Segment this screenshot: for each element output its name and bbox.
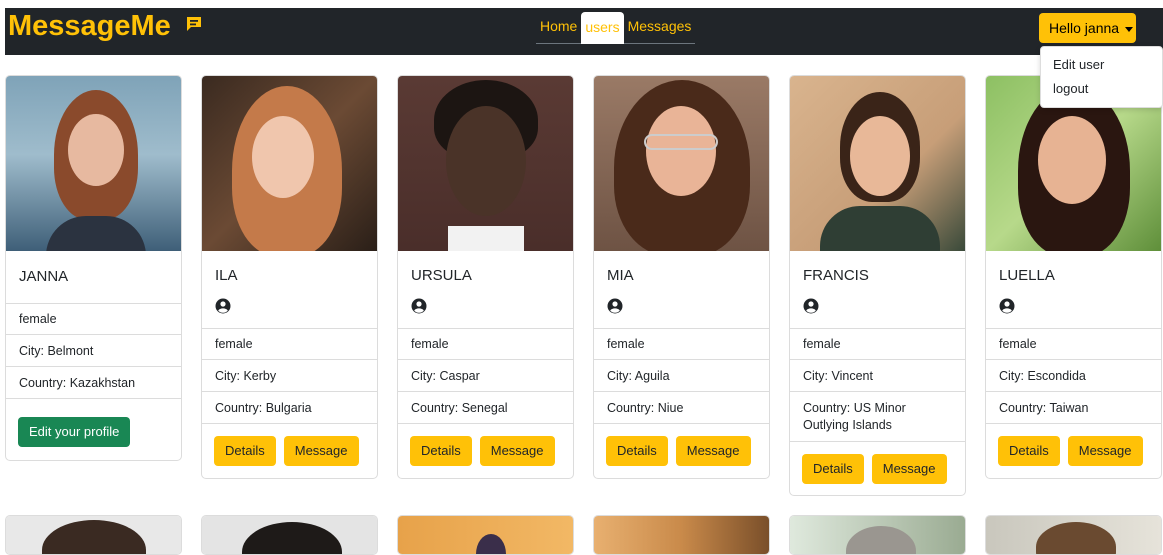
user-gender: female [398, 328, 573, 359]
user-card [789, 515, 966, 555]
user-gender: female [6, 303, 181, 334]
edit-profile-area: Edit your profile [6, 398, 181, 460]
user-circle-icon [999, 298, 1015, 314]
current-user-card: JANNA female City: Belmont Country: Kaza… [5, 75, 182, 461]
user-circle-icon [411, 298, 427, 314]
user-country: Country: Bulgaria [202, 391, 377, 423]
user-city: City: Kerby [202, 359, 377, 391]
message-button[interactable]: Message [283, 436, 359, 466]
user-circle-icon [607, 298, 623, 314]
user-country: Country: Niue [594, 391, 769, 423]
user-photo [790, 516, 965, 554]
card-actions: Details Message [594, 423, 769, 478]
message-button[interactable]: Message [479, 436, 555, 466]
user-dropdown-menu: Edit user logout [1040, 46, 1163, 108]
user-photo [202, 516, 377, 554]
brand-title[interactable]: MessageMe [8, 10, 171, 42]
user-name: ILA [215, 267, 238, 284]
user-photo [594, 516, 769, 554]
user-city: City: Vincent [790, 359, 965, 391]
user-country: Country: Taiwan [986, 391, 1161, 423]
user-name: LUELLA [999, 267, 1055, 284]
user-name: URSULA [411, 267, 472, 284]
brand[interactable]: MessageMe [8, 10, 203, 43]
user-circle-icon [215, 298, 231, 314]
user-card: ILA female City: Kerby Country: Bulgaria… [201, 75, 378, 479]
user-name: FRANCIS [803, 267, 869, 284]
user-city: City: Belmont [6, 334, 181, 366]
user-photo [6, 516, 181, 554]
user-menu-label: Hello janna [1049, 20, 1120, 36]
details-button[interactable]: Details [410, 436, 472, 466]
user-gender: female [790, 328, 965, 359]
card-actions: Details Message [986, 423, 1161, 478]
user-city: City: Aguila [594, 359, 769, 391]
message-button[interactable]: Message [871, 454, 947, 484]
user-photo [986, 516, 1161, 554]
message-button[interactable]: Message [1067, 436, 1143, 466]
nav-links: Home users Messages [536, 12, 696, 44]
card-actions: Details Message [398, 423, 573, 478]
user-photo [594, 76, 769, 251]
user-card: URSULA female City: Caspar Country: Sene… [397, 75, 574, 479]
menu-item-edit-user[interactable]: Edit user [1041, 53, 1162, 77]
user-country: Country: Kazakhstan [6, 366, 181, 398]
user-card: MIA female City: Aguila Country: Niue De… [593, 75, 770, 479]
user-menu-button[interactable]: Hello janna [1039, 13, 1136, 43]
nav-messages[interactable]: Messages [624, 12, 696, 40]
details-button[interactable]: Details [606, 436, 668, 466]
caret-down-icon [1125, 26, 1134, 32]
user-city: City: Escondida [986, 359, 1161, 391]
edit-profile-button[interactable]: Edit your profile [18, 417, 131, 447]
user-card [593, 515, 770, 555]
user-card: FRANCIS female City: Vincent Country: US… [789, 75, 966, 496]
card-actions: Details Message [790, 441, 965, 495]
nav-users[interactable]: users [581, 12, 624, 44]
message-button[interactable]: Message [675, 436, 751, 466]
user-photo [202, 76, 377, 251]
user-card [201, 515, 378, 555]
user-card [397, 515, 574, 555]
user-photo [6, 76, 181, 251]
details-button[interactable]: Details [214, 436, 276, 466]
nav-home[interactable]: Home [536, 12, 581, 40]
chat-icon [186, 17, 201, 32]
user-country: Country: US Minor Outlying Islands [790, 391, 965, 441]
user-name: MIA [607, 267, 634, 284]
user-photo [398, 76, 573, 251]
user-card [985, 515, 1162, 555]
details-button[interactable]: Details [802, 454, 864, 484]
user-card: LUELLA female City: Escondida Country: T… [985, 75, 1162, 479]
user-circle-icon [803, 298, 819, 314]
details-button[interactable]: Details [998, 436, 1060, 466]
user-country: Country: Senegal [398, 391, 573, 423]
user-name: JANNA [19, 268, 69, 285]
user-photo [790, 76, 965, 251]
navbar: MessageMe Home users Messages Hello jann… [5, 8, 1163, 55]
menu-item-logout[interactable]: logout [1041, 77, 1162, 101]
user-gender: female [986, 328, 1161, 359]
user-city: City: Caspar [398, 359, 573, 391]
user-photo [398, 516, 573, 554]
user-card [5, 515, 182, 555]
card-actions: Details Message [202, 423, 377, 478]
user-gender: female [594, 328, 769, 359]
user-gender: female [202, 328, 377, 359]
